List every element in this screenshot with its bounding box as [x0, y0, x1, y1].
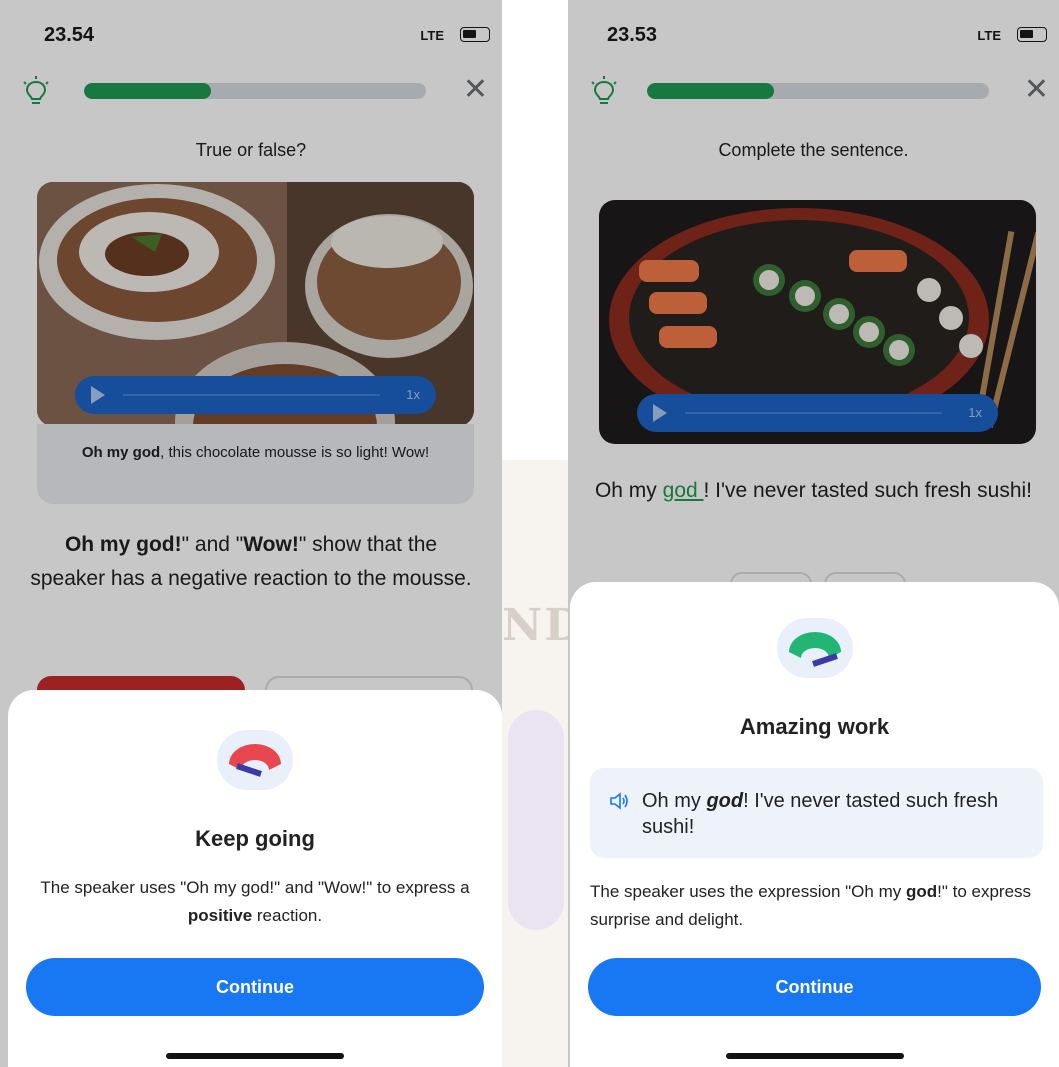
continue-button[interactable]: Continue	[588, 958, 1041, 1016]
audio-sentence: Oh my god! I've never tasted such fresh …	[642, 790, 999, 838]
watermark-text: NDI	[502, 600, 568, 651]
seal-shape	[508, 710, 564, 930]
speaker-icon[interactable]	[608, 790, 630, 812]
continue-button[interactable]: Continue	[26, 958, 484, 1016]
feedback-title: Amazing work	[739, 714, 890, 739]
feedback-sheet: Keep going The speaker uses "Oh my god!"…	[8, 690, 502, 1067]
gauge-icon	[776, 618, 853, 678]
feedback-explanation: The speaker uses the expression "Oh my g…	[590, 882, 1032, 929]
home-indicator	[725, 1053, 904, 1059]
feedback-title: Keep going	[195, 826, 315, 851]
background-watermark: NDI	[502, 460, 568, 1067]
gauge-icon	[217, 730, 293, 790]
feedback-explanation: The speaker uses "Oh my god!" and "Wow!"…	[40, 878, 470, 925]
feedback-sheet: Amazing work Oh my god! I've never taste…	[570, 582, 1059, 1067]
audio-sentence-box[interactable]: Oh my god! I've never tasted such fresh …	[590, 768, 1043, 858]
phone-complete-sentence: 23.53 LTE ✕ Complete the sentence. 1x Oh…	[568, 0, 1059, 1067]
screenshot-stage: 23.54 LTE ✕ True or false? 1x Oh my god,…	[0, 0, 1059, 1067]
home-indicator	[166, 1053, 344, 1059]
phone-true-false: 23.54 LTE ✕ True or false? 1x Oh my god,…	[0, 0, 502, 1067]
